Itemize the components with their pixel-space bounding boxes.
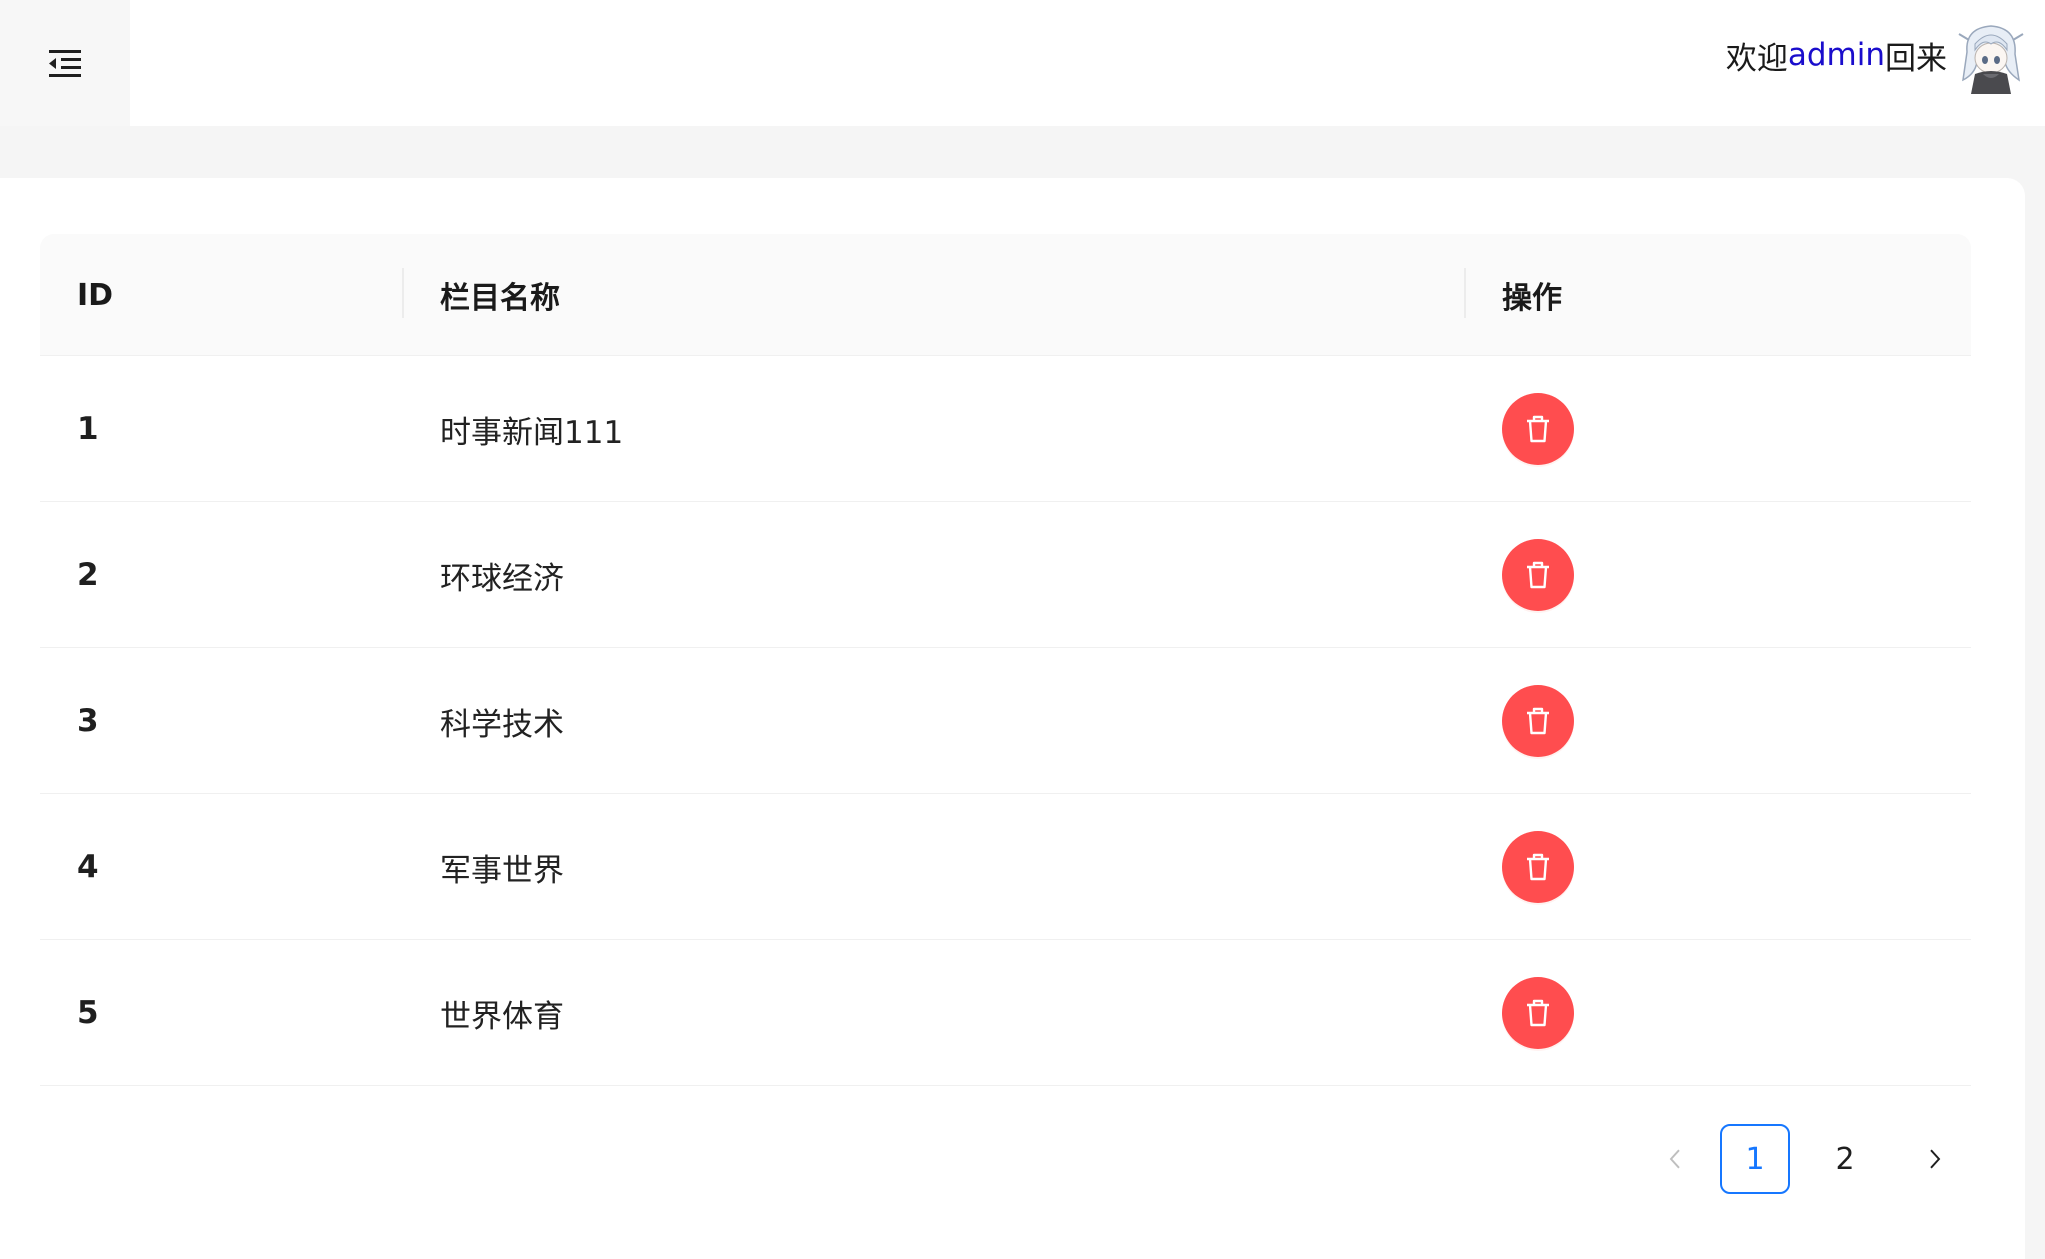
pagination: 1 2 — [1640, 1124, 1980, 1194]
delete-button[interactable] — [1502, 539, 1574, 611]
row-name: 时事新闻111 — [440, 414, 624, 451]
row-id: 5 — [77, 995, 99, 1031]
column-header-id: ID — [77, 277, 114, 313]
row-id: 1 — [77, 411, 99, 447]
category-table: ID 栏目名称 操作 1 时事新闻111 2 环球经济 3 科学技术 4 军事世… — [40, 234, 1971, 1086]
delete-button[interactable] — [1502, 977, 1574, 1049]
welcome-prefix: 欢迎 — [1725, 40, 1788, 77]
trash-icon — [1527, 561, 1549, 589]
top-header: 欢迎 admin 回来 — [0, 0, 2045, 126]
delete-button[interactable] — [1502, 831, 1574, 903]
table-row: 3 科学技术 — [40, 648, 1971, 794]
trash-icon — [1527, 415, 1549, 443]
row-id: 3 — [77, 703, 99, 739]
row-name: 环球经济 — [440, 560, 564, 597]
column-divider — [402, 268, 404, 318]
table-row: 1 时事新闻111 — [40, 356, 1971, 502]
row-name: 军事世界 — [440, 852, 564, 889]
menu-fold-icon — [49, 50, 81, 77]
page-1-button[interactable]: 1 — [1720, 1124, 1790, 1194]
row-name: 科学技术 — [440, 706, 564, 743]
welcome-suffix: 回来 — [1885, 40, 1947, 77]
column-divider — [1464, 268, 1466, 318]
table-row: 5 世界体育 — [40, 940, 1971, 1086]
next-page-button[interactable] — [1900, 1124, 1970, 1194]
table-row: 4 军事世界 — [40, 794, 1971, 940]
row-name: 世界体育 — [440, 998, 564, 1035]
row-id: 4 — [77, 849, 99, 885]
menu-toggle-button[interactable] — [0, 0, 130, 126]
delete-button[interactable] — [1502, 685, 1574, 757]
delete-button[interactable] — [1502, 393, 1574, 465]
page-2-button[interactable]: 2 — [1810, 1124, 1880, 1194]
column-header-actions: 操作 — [1502, 281, 1562, 316]
chevron-right-icon — [1930, 1149, 1941, 1169]
row-id: 2 — [77, 557, 99, 593]
table-header: ID 栏目名称 操作 — [40, 234, 1971, 356]
trash-icon — [1527, 853, 1549, 881]
prev-page-button[interactable] — [1640, 1124, 1710, 1194]
welcome-message: 欢迎 admin 回来 — [1726, 30, 1947, 80]
column-header-name: 栏目名称 — [440, 281, 560, 316]
content-card: ID 栏目名称 操作 1 时事新闻111 2 环球经济 3 科学技术 4 军事世… — [0, 178, 2025, 1259]
avatar[interactable] — [1957, 22, 2025, 96]
trash-icon — [1527, 999, 1549, 1027]
table-row: 2 环球经济 — [40, 502, 1971, 648]
username: admin — [1787, 37, 1885, 73]
chevron-left-icon — [1669, 1149, 1680, 1169]
trash-icon — [1527, 707, 1549, 735]
